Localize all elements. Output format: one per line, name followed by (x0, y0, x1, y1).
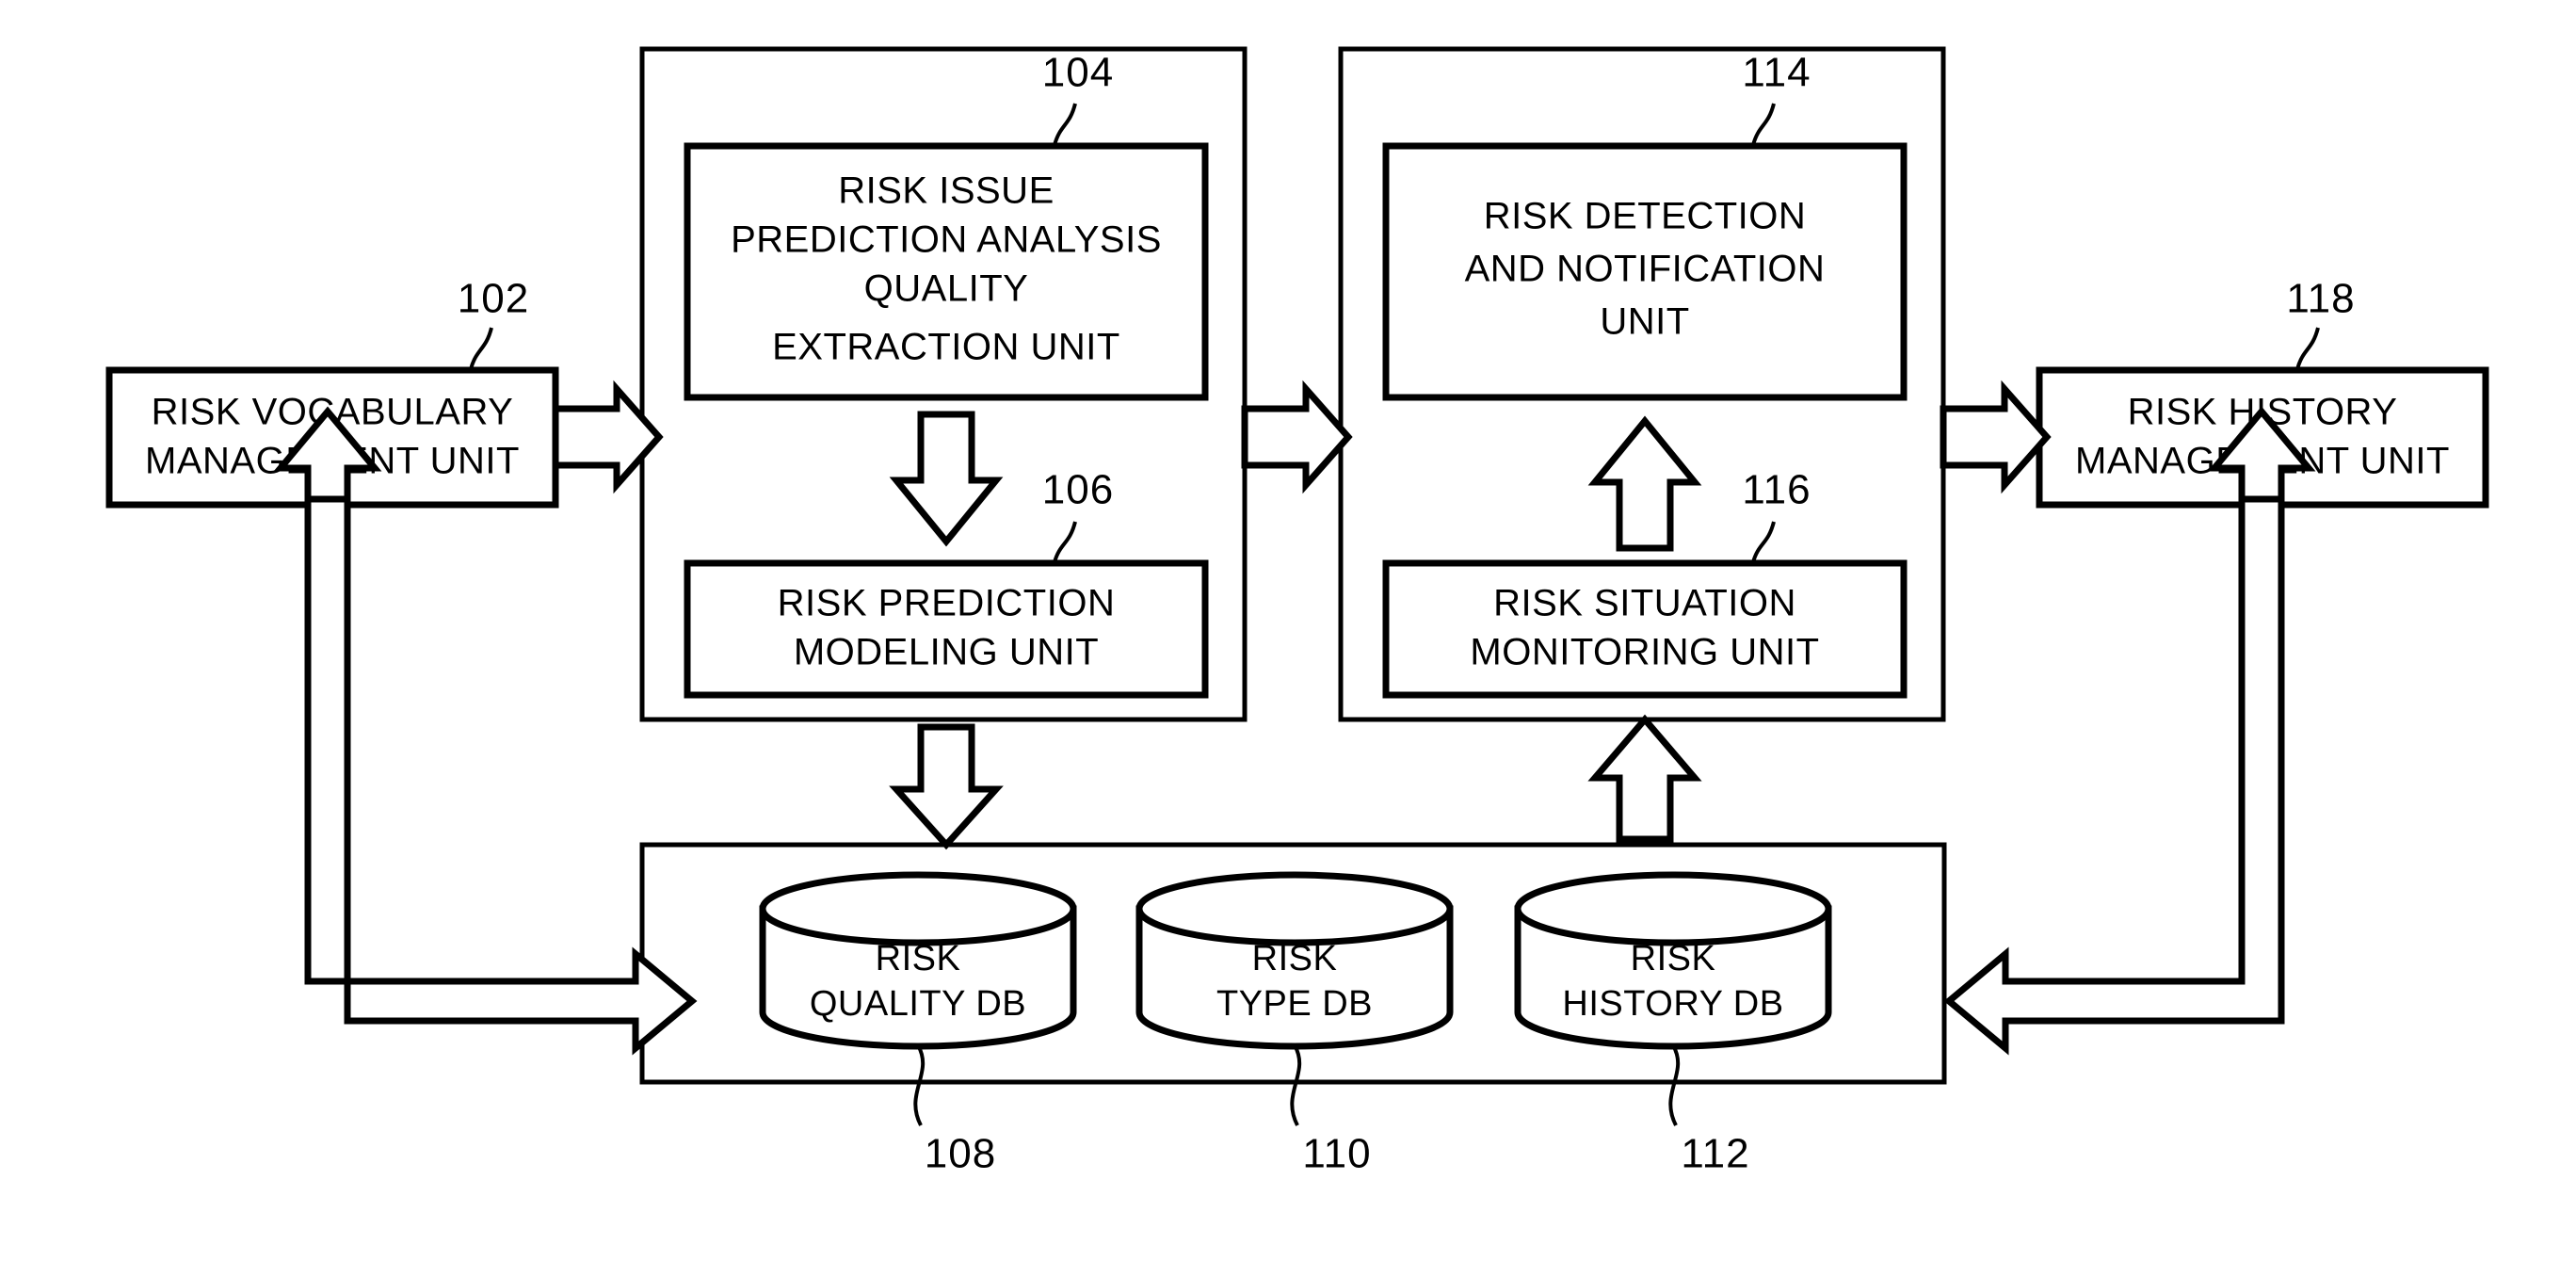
ref-number-106: 106 (1042, 467, 1114, 513)
block-114-line-1: RISK DETECTION (1484, 196, 1807, 237)
ref-number-102: 102 (458, 276, 529, 322)
arrow-vocabulary-to-database-path (304, 495, 698, 1056)
db-112-line-1: RISK (1631, 939, 1716, 978)
block-106-line-2: MODELING UNIT (794, 632, 1099, 673)
leader-line-104 (1053, 103, 1077, 146)
database-cylinder-risk-history-db[interactable]: RISK HISTORY DB (1514, 871, 1832, 1050)
block-114-line-3: UNIT (1600, 301, 1689, 343)
block-diagram: RISK VOCABULARY MANAGEMENT UNIT 102 RISK… (105, 46, 2489, 1177)
database-cylinder-risk-quality-db[interactable]: RISK QUALITY DB (759, 871, 1077, 1050)
db-112-line-2: HISTORY DB (1562, 984, 1783, 1024)
block-104-line-1: RISK ISSUE (838, 170, 1055, 212)
arrow-monitoring-to-detection (1587, 415, 1702, 552)
arrow-history-to-database-path (1943, 495, 2285, 1056)
block-104-line-2: PREDICTION ANALYSIS (731, 219, 1162, 261)
block-116-line-1: RISK SITUATION (1493, 583, 1796, 624)
ref-number-118: 118 (2286, 276, 2355, 322)
arrow-database-to-detection (1587, 714, 1702, 843)
leader-line-102 (469, 327, 493, 370)
ref-number-116: 116 (1742, 467, 1811, 513)
arrow-prediction-to-detection (1241, 380, 1353, 494)
ref-number-114: 114 (1742, 50, 1811, 96)
block-104-line-3: QUALITY (864, 268, 1029, 310)
database-cylinder-risk-type-db[interactable]: RISK TYPE DB (1135, 871, 1454, 1050)
block-104-line-4: EXTRACTION UNIT (772, 327, 1120, 368)
db-110-line-2: TYPE DB (1216, 984, 1373, 1024)
arrow-prediction-to-database (889, 723, 1004, 850)
leader-line-110 (1290, 1044, 1302, 1126)
ref-number-104: 104 (1042, 50, 1114, 96)
leader-line-118 (2295, 327, 2320, 370)
leader-line-116 (1751, 521, 1776, 563)
ref-number-112: 112 (1681, 1131, 1749, 1177)
leader-line-114 (1751, 103, 1776, 146)
block-116-line-2: MONITORING UNIT (1470, 632, 1819, 673)
block-106-line-1: RISK PREDICTION (778, 583, 1116, 624)
leader-line-108 (913, 1044, 926, 1126)
db-110-line-1: RISK (1252, 939, 1338, 978)
leader-line-112 (1668, 1044, 1681, 1126)
db-108-line-2: QUALITY DB (810, 984, 1026, 1024)
arrow-detection-to-history (1940, 380, 2052, 494)
ref-number-110: 110 (1302, 1131, 1371, 1177)
ref-number-108: 108 (925, 1131, 996, 1177)
block-114-line-2: AND NOTIFICATION (1465, 249, 1826, 290)
leader-line-106 (1053, 521, 1077, 563)
figure-canvas: RISK VOCABULARY MANAGEMENT UNIT 102 RISK… (0, 0, 2576, 1277)
arrow-extraction-to-modeling (889, 411, 1004, 547)
db-108-line-1: RISK (876, 939, 961, 978)
